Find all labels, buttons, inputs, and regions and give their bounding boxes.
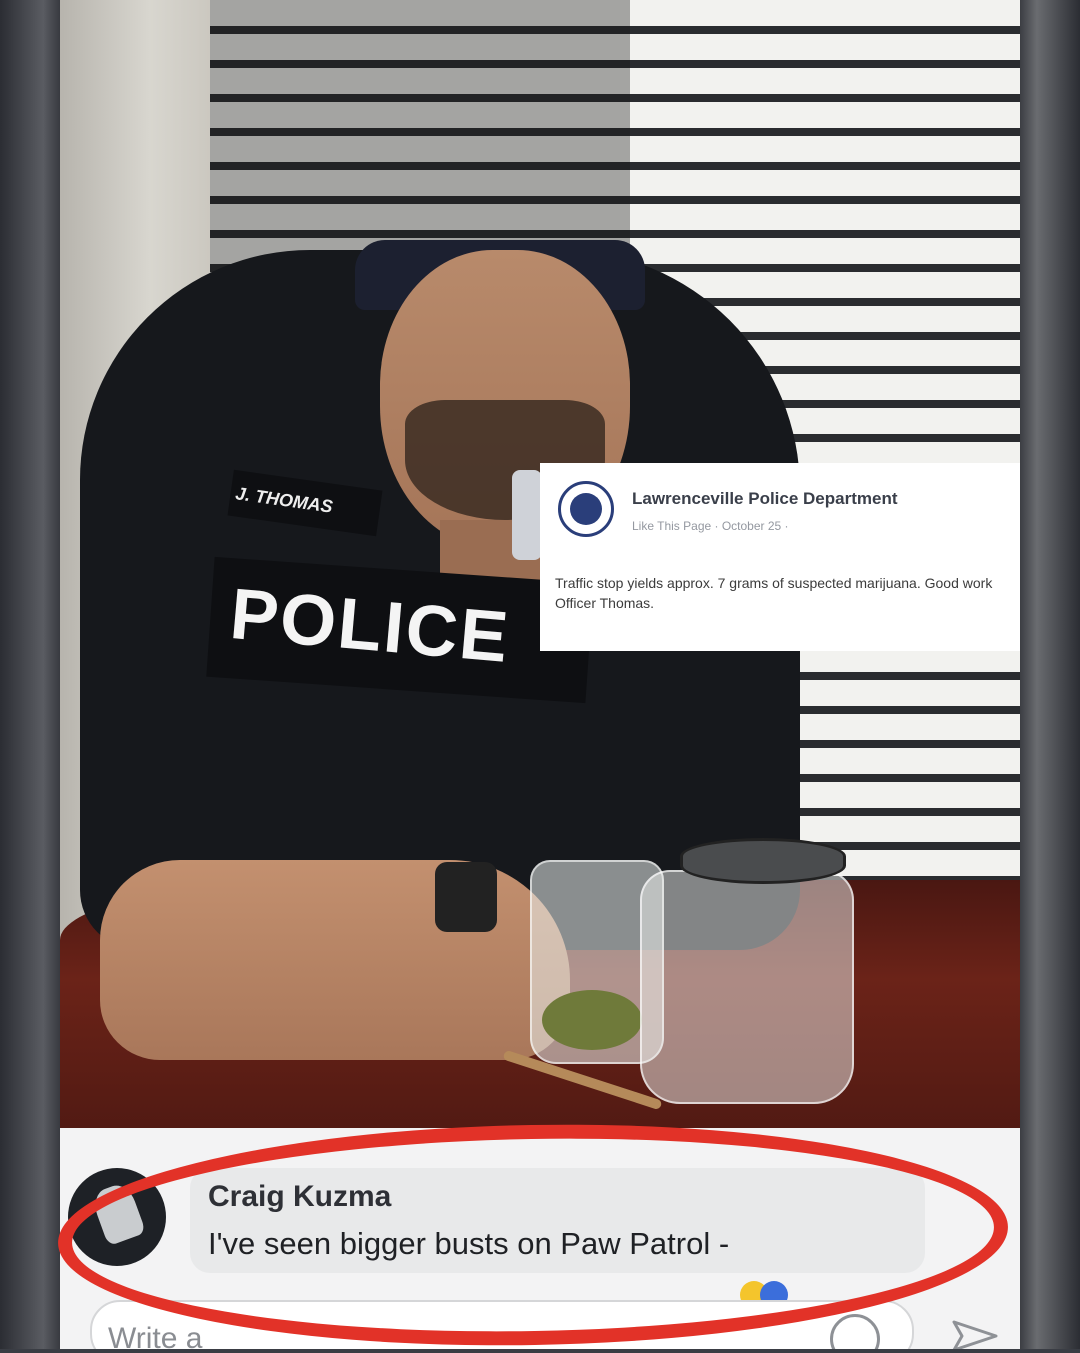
post-text: Traffic stop yields approx. 7 grams of s…: [555, 575, 993, 611]
send-icon[interactable]: [950, 1316, 1000, 1349]
post-meta: Like This Page · October 25 ·: [632, 519, 789, 533]
hands: [100, 860, 570, 1060]
large-jar: [640, 870, 854, 1104]
watch-icon: [435, 862, 497, 932]
page-name-link[interactable]: Lawrenceville Police Department: [632, 489, 898, 509]
jar-lid: [680, 838, 846, 884]
officer-photo: J. THOMAS POLICE Lawrenceville Police De…: [60, 0, 1020, 1128]
facebook-post-card: Lawrenceville Police Department Like Thi…: [540, 463, 1020, 651]
police-logo-icon[interactable]: [558, 481, 614, 537]
comment-input-placeholder: Write a: [108, 1322, 203, 1349]
badge: [512, 470, 542, 560]
